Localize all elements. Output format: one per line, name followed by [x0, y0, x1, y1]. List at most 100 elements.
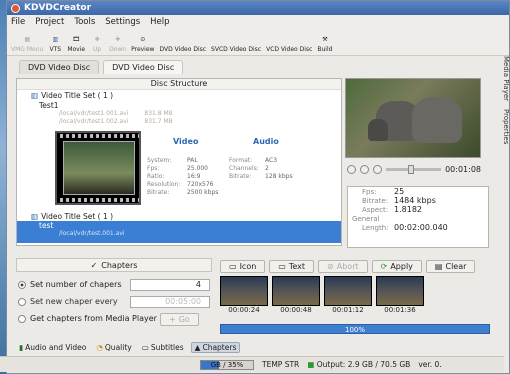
- film-holes: [57, 198, 139, 202]
- menu-project[interactable]: Project: [35, 17, 64, 27]
- chapter-count-spinbox[interactable]: 4: [130, 279, 210, 291]
- seek-knob[interactable]: [408, 164, 415, 174]
- app-icon: [11, 3, 20, 13]
- prop-row: Aspect: 1.8182: [362, 205, 422, 214]
- vts-tree-icon: ▥: [31, 211, 39, 221]
- build-button[interactable]: ⚒ Build: [317, 33, 332, 55]
- tab-quality[interactable]: ◔ Quality: [93, 343, 134, 352]
- mode-label: TEMP STR: [262, 360, 300, 369]
- chapters-go-button[interactable]: + Go: [160, 313, 199, 326]
- side-tab-media-player[interactable]: Media Player: [502, 56, 510, 101]
- audio-header: Audio: [253, 137, 279, 146]
- disc-tabs: DVD Video Disc DVD Video Disc: [7, 60, 509, 74]
- vmg-menu-button[interactable]: ▦ VMG Menu: [11, 33, 43, 55]
- svcd-disc-button[interactable]: SVCD Video Disc: [211, 33, 261, 55]
- icon-view-icon: ▭: [229, 262, 237, 271]
- chapter-thumb[interactable]: 00:01:12: [324, 276, 372, 316]
- tab-chapters[interactable]: ▲ Chapters: [190, 342, 241, 353]
- thumb-image: [376, 276, 424, 306]
- chapter-thumbnails: 00:00:24 00:00:48 00:01:12 00:01:36: [220, 276, 490, 320]
- chapter-option-every[interactable]: Set new chaper every: [18, 297, 118, 306]
- check-icon: ✓: [90, 260, 98, 270]
- prop-row: General: [352, 214, 380, 223]
- play-button[interactable]: [347, 164, 356, 174]
- thumb-image: [324, 276, 372, 306]
- movie-thumbnail: [55, 131, 141, 205]
- tab-subtitles[interactable]: ▭ Subtitles: [139, 343, 187, 352]
- down-button[interactable]: ✚ Down: [109, 33, 126, 55]
- tab-dvd-video-disc-1[interactable]: DVD Video Disc: [19, 60, 100, 74]
- chapter-option-player[interactable]: Get chapters from Media Player: [18, 314, 157, 323]
- file-row[interactable]: /local/vdr/test1.002.avi 831.7 MB: [17, 118, 341, 126]
- radio-number[interactable]: [18, 280, 26, 289]
- prop-row: Bitrate: 1484 kbps: [362, 196, 436, 205]
- window-title: KDVDCreator: [24, 3, 92, 13]
- chapter-thumb[interactable]: 00:01:36: [376, 276, 424, 316]
- tab-dvd-video-disc-2[interactable]: DVD Video Disc: [103, 60, 184, 74]
- menu-tools[interactable]: Tools: [74, 17, 95, 27]
- file-row[interactable]: /local/vdr/test1.001.avi 831.8 MB: [17, 110, 341, 118]
- video-keys: System: Fps: Ratio: Resolution: Bitrate:: [147, 157, 181, 196]
- movie-icon: 🎞: [72, 35, 80, 43]
- tree-title-1[interactable]: Test1: [17, 100, 341, 110]
- menu-icon: ▦: [24, 35, 30, 43]
- disc-structure-header: Disc Structure: [17, 79, 341, 90]
- side-tab-properties[interactable]: Properties: [502, 109, 510, 144]
- tree-vts-1[interactable]: ▥ Video Title Set ( 1 ): [17, 90, 341, 100]
- pause-button[interactable]: [360, 164, 369, 174]
- audio-keys: Format: Channels: Bitrate:: [229, 157, 259, 180]
- up-button[interactable]: ✚ Up: [90, 33, 104, 55]
- chapters-icon: ▲: [194, 343, 201, 352]
- clear-icon: ▤: [434, 262, 443, 271]
- icon-button[interactable]: ▭ Icon: [220, 260, 266, 273]
- preview-icon: ⊙: [140, 35, 146, 43]
- abort-icon: ⊘: [327, 262, 334, 271]
- video-values: PAL 25.000 16:9 720x576 2500 kbps: [187, 157, 219, 196]
- vts-icon: ▥: [52, 35, 59, 43]
- chapter-thumb[interactable]: 00:00:48: [272, 276, 320, 316]
- elephant-shape: [368, 119, 388, 141]
- version-label: ver. 0.: [418, 360, 442, 369]
- clear-button[interactable]: ▤ Clear: [425, 260, 476, 273]
- audio-values: AC3 2 128 kbps: [265, 157, 293, 180]
- vcd-disc-button[interactable]: VCD Video Disc: [266, 33, 312, 55]
- media-preview: [345, 78, 481, 158]
- apply-button[interactable]: ⟳ Apply: [371, 260, 422, 273]
- tree-title-2-selected[interactable]: test /local/vdr/test.001.avi: [17, 221, 341, 243]
- seek-slider[interactable]: [386, 164, 442, 174]
- title-bar: KDVDCreator: [7, 1, 509, 15]
- chapter-option-number[interactable]: Set number of chapers: [18, 280, 122, 289]
- text-button[interactable]: ▭ Text: [269, 260, 315, 273]
- disc-structure-panel: Disc Structure ▥ Video Title Set ( 1 ) Te…: [16, 78, 342, 246]
- prop-row: Fps: 25: [362, 187, 405, 196]
- menu-file[interactable]: File: [11, 17, 25, 27]
- menu-settings[interactable]: Settings: [105, 17, 140, 27]
- plus-icon: +: [169, 315, 176, 324]
- tree-vts-2[interactable]: ▥ Video Title Set ( 1 ): [17, 211, 341, 221]
- vts-button[interactable]: ▥ VTS: [48, 33, 62, 55]
- chapter-interval-spinbox[interactable]: 00:05:00: [130, 296, 210, 308]
- movie-frame: [63, 141, 135, 195]
- down-icon: ✚: [115, 35, 121, 43]
- text-view-icon: ▭: [278, 262, 286, 271]
- prop-row: Length: 00:02:00.040: [362, 223, 448, 232]
- elephant-shape: [412, 97, 462, 143]
- tab-audio-video[interactable]: ▮ Audio and Video: [16, 343, 89, 352]
- output-size: ■ Output: 2.9 GB / 70.5 GB: [307, 360, 411, 369]
- video-header: Video: [173, 137, 199, 146]
- radio-player[interactable]: [18, 314, 26, 323]
- movie-button[interactable]: 🎞 Movie: [67, 33, 85, 55]
- chapter-progress: 100%: [220, 324, 490, 334]
- dvd-disc-button[interactable]: DVD Video Disc: [159, 33, 206, 55]
- menu-bar: File Project Tools Settings Help: [7, 15, 509, 28]
- chapter-thumb[interactable]: 00:00:24: [220, 276, 268, 316]
- player-time: 00:01:08: [445, 164, 481, 174]
- preview-button[interactable]: ⊙ Preview: [131, 33, 154, 55]
- thumb-image: [272, 276, 320, 306]
- stop-button[interactable]: [373, 164, 382, 174]
- menu-help[interactable]: Help: [150, 17, 169, 27]
- properties-panel: Fps: 25 Bitrate: 1484 kbps Aspect: 1.8182 G…: [347, 186, 489, 248]
- radio-every[interactable]: [18, 297, 26, 306]
- chapters-header[interactable]: ✓ Chapters: [16, 258, 212, 272]
- abort-button[interactable]: ⊘ Abort: [318, 260, 368, 273]
